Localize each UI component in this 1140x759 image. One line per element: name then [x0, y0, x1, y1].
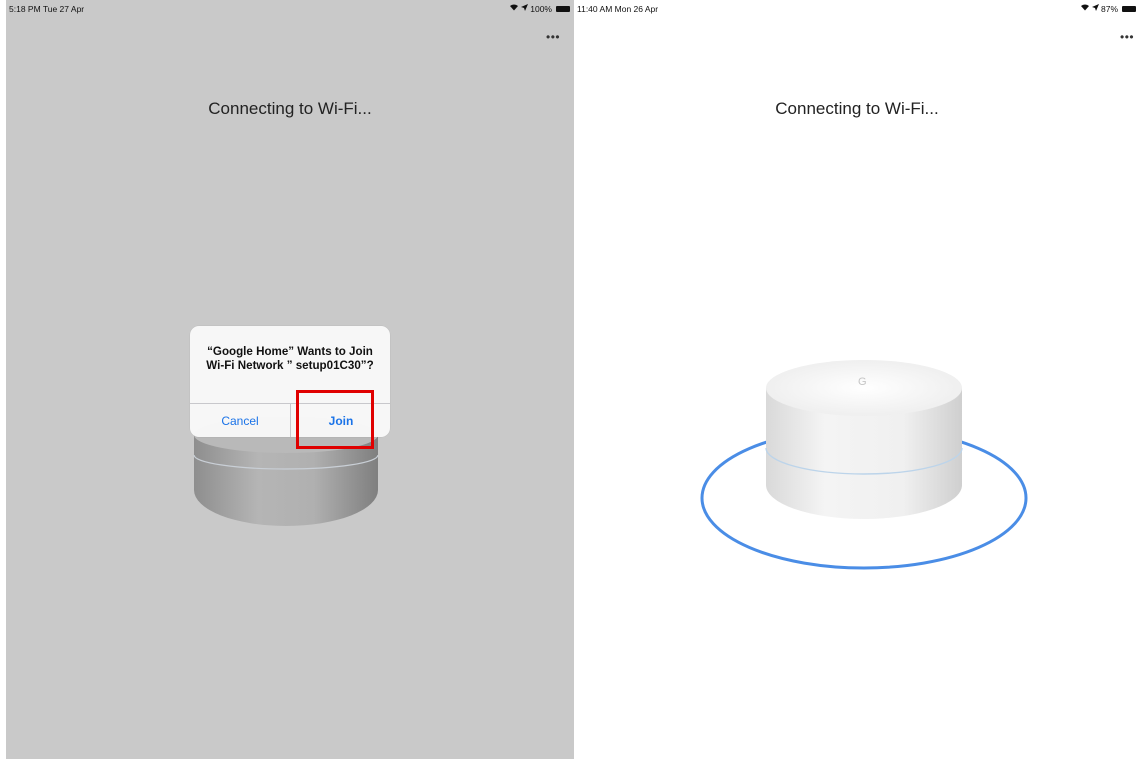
google-logo-icon: G: [858, 376, 867, 388]
more-icon[interactable]: •••: [1120, 30, 1134, 44]
battery-percent: 87%: [1100, 3, 1118, 14]
alert-title: “Google Home” Wants to Join Wi-Fi Networ…: [206, 345, 374, 372]
location-arrow-icon: [1091, 3, 1099, 14]
battery-icon: [556, 5, 570, 12]
battery-percent: 100%: [530, 3, 552, 14]
status-right: 100%: [509, 3, 570, 14]
join-highlight-box: [296, 390, 374, 449]
status-right: 87%: [1080, 3, 1136, 14]
page-title: Connecting to Wi-Fi...: [775, 99, 939, 118]
google-wifi-device-with-ring: G: [694, 350, 1034, 580]
more-icon[interactable]: •••: [546, 30, 560, 44]
left-screen: 5:18 PM Tue 27 Apr 100% ••• Connecting t…: [6, 0, 574, 759]
status-bar: 5:18 PM Tue 27 Apr 100%: [6, 0, 574, 16]
status-time: 11:40 AM Mon 26 Apr: [577, 4, 659, 14]
cancel-button[interactable]: Cancel: [190, 404, 290, 437]
battery-icon: [1122, 5, 1136, 12]
status-time: 5:18 PM Tue 27 Apr: [9, 4, 85, 14]
location-arrow-icon: [521, 3, 529, 14]
page-title: Connecting to Wi-Fi...: [208, 99, 372, 118]
wifi-icon: [1080, 3, 1090, 14]
wifi-icon: [509, 3, 519, 14]
right-screen: 11:40 AM Mon 26 Apr 87% ••• Connecting t…: [574, 0, 1140, 759]
status-bar: 11:40 AM Mon 26 Apr 87%: [574, 0, 1140, 16]
